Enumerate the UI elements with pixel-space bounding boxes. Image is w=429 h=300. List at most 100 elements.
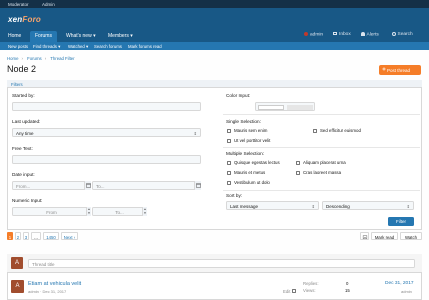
date-from-input[interactable]: From...	[12, 181, 91, 190]
search-link[interactable]: Search	[392, 32, 413, 37]
page-ellipsis[interactable]: …	[31, 232, 41, 240]
breadcrumb-separator: ›	[21, 56, 23, 61]
calendar-icon[interactable]	[84, 181, 91, 190]
single-option-checkbox[interactable]	[227, 139, 231, 143]
started-by-input[interactable]	[12, 102, 201, 111]
single-selection-label: Single Selection:	[226, 119, 261, 124]
subnav-mark-forums-read[interactable]: Mark forums read	[128, 44, 162, 49]
multiple-option-label: Mauris et metus	[234, 170, 266, 175]
page-link-last[interactable]: 1450	[43, 232, 59, 240]
plus-icon	[382, 67, 386, 71]
tab-forums[interactable]: Forums	[30, 31, 57, 42]
subnav-search-forums[interactable]: Search forums	[94, 44, 122, 49]
date-input-label: Date input:	[12, 172, 35, 177]
user-avatar-icon	[304, 32, 308, 36]
replies-count: 0	[346, 281, 349, 286]
divider	[223, 147, 420, 148]
tab-home[interactable]: Home	[8, 31, 21, 41]
search-icon	[392, 32, 396, 36]
filter-button[interactable]: Filter	[388, 217, 414, 226]
edit-icon	[362, 235, 368, 239]
bell-icon	[361, 32, 365, 36]
free-text-label: Free Text:	[12, 146, 33, 151]
breadcrumb-separator: ›	[44, 56, 47, 61]
started-by-label: Started by:	[12, 93, 35, 98]
breadcrumb-home[interactable]: Home	[7, 56, 18, 61]
views-label: Views:	[303, 288, 316, 293]
color-swatch	[258, 104, 284, 110]
single-option-label: Sed efficitur euismod	[320, 128, 361, 133]
number-from-stepper[interactable]: ▲ ▼	[86, 207, 91, 216]
tab-whats-new[interactable]: What's new ▾	[66, 31, 96, 41]
date-to-input[interactable]: To...	[92, 181, 201, 190]
filters-toggle[interactable]: Filters	[7, 80, 422, 88]
next-page-button[interactable]: Next ›	[61, 232, 78, 240]
page-link[interactable]: 3	[23, 232, 29, 240]
sub-nav: New posts Find threads ▾ Watched ▾ Searc…	[0, 42, 429, 50]
last-post-user[interactable]: admin	[401, 289, 412, 294]
thread-title-input[interactable]: Thread title	[28, 259, 415, 268]
sort-by-select[interactable]: Last message ⇕	[226, 201, 319, 210]
multiple-option-checkbox[interactable]	[227, 181, 231, 185]
chevron-updown-icon: ⇕	[406, 204, 410, 209]
chevron-updown-icon: ⇕	[193, 131, 197, 136]
multiple-option-checkbox[interactable]	[296, 171, 300, 175]
color-picker[interactable]	[255, 102, 315, 111]
edit-link[interactable]: Edit	[283, 289, 290, 294]
page-link-current[interactable]: 1	[7, 232, 13, 240]
moderator-link[interactable]: Moderator	[8, 2, 29, 7]
staff-bar: Moderator Admin	[0, 0, 429, 8]
admin-link[interactable]: Admin	[42, 2, 55, 7]
filter-toggle-button[interactable]	[360, 232, 369, 240]
multiple-selection-label: Multiple Selection:	[226, 151, 265, 156]
site-logo[interactable]: xenForo	[8, 15, 41, 24]
page-title: Node 2	[7, 64, 37, 74]
views-count: 15	[345, 288, 350, 293]
avatar[interactable]: A	[11, 257, 23, 269]
breadcrumb: Home › Forums › Thread Filter	[7, 56, 78, 61]
number-to-stepper[interactable]: ▲ ▼	[142, 207, 147, 216]
numeric-input-label: Numeric Input:	[12, 198, 43, 203]
thread-title-link[interactable]: Etiam at vehicula velit	[28, 281, 81, 287]
multiple-option-checkbox[interactable]	[227, 161, 231, 165]
multiple-option-checkbox[interactable]	[296, 161, 300, 165]
multiple-option-checkbox[interactable]	[227, 171, 231, 175]
sort-order-select[interactable]: Descending ⇕	[322, 201, 414, 210]
multiple-option-label: Vestibulum ut dolo	[234, 180, 270, 185]
multiple-option-label: Aliquam placerat urna	[303, 160, 346, 165]
single-option-checkbox[interactable]	[313, 129, 317, 133]
mark-read-button[interactable]: Mark read	[371, 232, 398, 240]
thread-author-avatar[interactable]: A	[11, 280, 24, 293]
divider	[223, 114, 420, 115]
inbox-link[interactable]: Inbox	[333, 32, 351, 37]
thread-select-checkbox[interactable]	[292, 289, 296, 293]
sort-by-label: Sort by:	[226, 193, 243, 198]
user-menu[interactable]: admin	[304, 32, 323, 38]
number-from-input[interactable]: From	[12, 207, 91, 216]
tab-members[interactable]: Members ▾	[108, 31, 133, 41]
page-link[interactable]: 2	[15, 232, 21, 240]
inbox-icon	[333, 32, 337, 36]
free-text-input[interactable]	[12, 155, 201, 164]
breadcrumb-forums[interactable]: Forums	[27, 56, 42, 61]
last-updated-select[interactable]: Any time ⇕	[12, 128, 201, 137]
last-post-date[interactable]: Dec 31, 2017	[385, 281, 414, 286]
site-header	[0, 8, 429, 30]
single-option-label: Mauris sem enim	[234, 128, 268, 133]
multiple-option-label: Cras laoreet massa	[303, 170, 342, 175]
breadcrumb-thread-filter[interactable]: Thread Filter	[50, 56, 74, 61]
single-option-label: Ut vel porttitor velit	[234, 138, 271, 143]
calendar-icon[interactable]	[194, 181, 201, 190]
subnav-new-posts[interactable]: New posts	[8, 44, 28, 49]
watch-button[interactable]: Watch	[400, 232, 422, 240]
chevron-updown-icon: ⇕	[311, 204, 315, 209]
subnav-find-threads[interactable]: Find threads ▾	[33, 44, 60, 50]
post-thread-button[interactable]: Post thread	[379, 65, 421, 75]
single-option-checkbox[interactable]	[227, 129, 231, 133]
number-to-input[interactable]: To...	[92, 207, 147, 216]
subnav-watched[interactable]: Watched ▾	[68, 44, 88, 50]
alerts-link[interactable]: Alerts	[361, 32, 379, 38]
multiple-option-label: Quisque egestas lectus	[234, 160, 280, 165]
user-name: admin	[310, 32, 324, 38]
color-value	[287, 104, 313, 110]
